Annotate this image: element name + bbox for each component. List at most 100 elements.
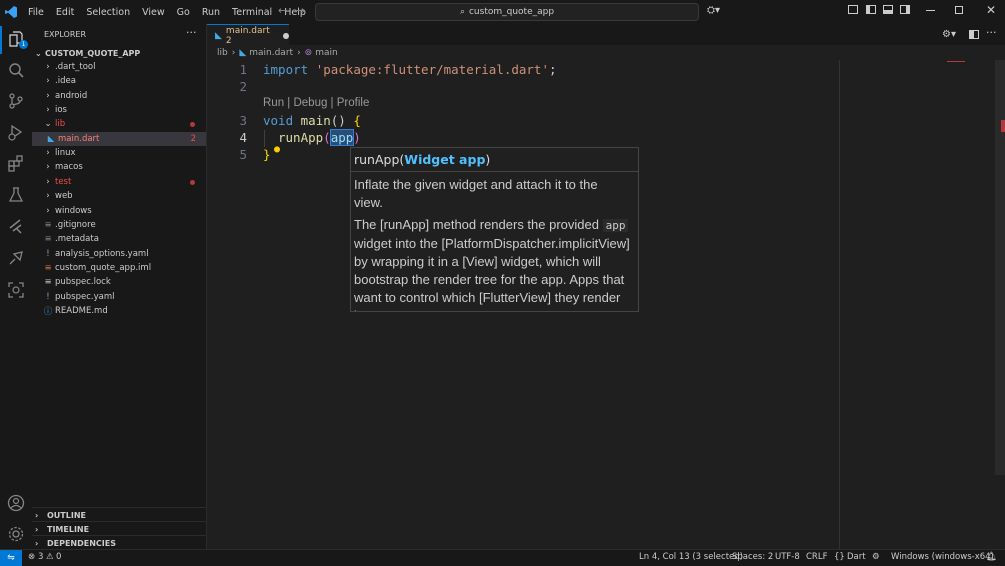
explorer-badge: 1	[19, 40, 28, 49]
extensions-icon[interactable]	[7, 155, 25, 173]
error-icon[interactable]: ⊗	[28, 552, 35, 562]
file-item[interactable]: ! analysis_options.yaml	[32, 247, 206, 261]
yaml-file-icon: !	[46, 291, 50, 302]
customize-layout-icon[interactable]	[848, 5, 858, 14]
flutter-icon[interactable]	[7, 218, 25, 236]
hover-tooltip[interactable]: runApp(Widget app) Inflate the given wid…	[350, 147, 639, 312]
editor-more-icon[interactable]: ···	[986, 26, 997, 39]
menu-edit[interactable]: Edit	[50, 7, 80, 18]
dependencies-section[interactable]: › DEPENDENCIES	[32, 535, 206, 550]
unsaved-dot-icon[interactable]	[283, 32, 289, 39]
lightbulb-icon[interactable]: ●	[274, 144, 280, 155]
menu-selection[interactable]: Selection	[80, 7, 136, 18]
function-call: runApp	[278, 130, 324, 145]
breadcrumb-symbol[interactable]: main	[315, 48, 338, 58]
file-item[interactable]: ≡ .gitignore	[32, 218, 206, 232]
tree-item-label: .idea	[55, 76, 76, 87]
testing-icon[interactable]	[7, 186, 25, 204]
status-bar: ⇋ ⊗ 3 ⚠ 0 Ln 4, Col 13 (3 selected) Spac…	[0, 549, 1005, 566]
copilot-icon[interactable]: ⛭▾	[707, 5, 720, 16]
accounts-icon[interactable]	[7, 494, 25, 512]
project-root[interactable]: ⌄ CUSTOM_QUOTE_APP	[32, 46, 206, 60]
cursor-position[interactable]: Ln 4, Col 13 (3 selected)	[639, 552, 743, 562]
remote-indicator[interactable]: ⇋	[0, 550, 22, 566]
folder-item[interactable]: › web	[32, 189, 206, 203]
file-item[interactable]: ⓘ README.md	[32, 304, 206, 318]
dart-file-icon: ◣	[47, 133, 55, 144]
breadcrumb-file[interactable]: main.dart	[249, 48, 293, 58]
toggle-secondary-sidebar-icon[interactable]	[900, 5, 910, 14]
more-actions-icon[interactable]: ···	[186, 26, 197, 39]
tree-item-label: web	[55, 191, 73, 202]
file-item[interactable]: ◣ main.dart 2	[32, 131, 206, 146]
warning-count[interactable]: 0	[56, 552, 61, 562]
menu-file[interactable]: File	[22, 7, 50, 18]
error-count[interactable]: 3	[38, 552, 43, 562]
tree-item-label: pubspec.lock	[55, 277, 111, 288]
folder-item[interactable]: › .idea	[32, 74, 206, 88]
run-debug-icon[interactable]	[7, 123, 25, 141]
dependencies-label: DEPENDENCIES	[47, 538, 117, 548]
encoding[interactable]: UTF-8	[775, 552, 800, 562]
menu-go[interactable]: Go	[171, 7, 196, 18]
string-literal: 'package:flutter/material.dart'	[315, 62, 549, 77]
indentation[interactable]: Spaces: 2	[732, 552, 773, 562]
outline-label: OUTLINE	[47, 510, 86, 520]
braces-icon: {}	[834, 552, 845, 562]
language-mode[interactable]: Dart	[847, 552, 866, 562]
file-item[interactable]: ≡ pubspec.lock	[32, 275, 206, 289]
activity-bar: 1	[0, 24, 33, 549]
settings-gear-icon[interactable]	[7, 525, 25, 543]
tree-item-label: main.dart	[58, 133, 100, 144]
folder-item[interactable]: › .dart_tool	[32, 60, 206, 74]
menu-view[interactable]: View	[136, 7, 171, 18]
code-line-4: 4 runApp(app)	[207, 129, 847, 147]
toggle-panel-icon[interactable]	[883, 5, 893, 14]
device-selector[interactable]: Windows (windows-x64)	[891, 552, 994, 562]
project-name: CUSTOM_QUOTE_APP	[45, 48, 141, 58]
remote-tools-icon[interactable]	[7, 249, 25, 267]
tab-main-dart[interactable]: ◣ main.dart 2	[207, 24, 289, 46]
codelens[interactable]: Run | Debug | Profile	[263, 97, 369, 109]
close-icon[interactable]: ✕	[986, 3, 996, 17]
tree-item-label: test	[55, 176, 72, 187]
error-marker	[1001, 120, 1005, 132]
breadcrumb-lib[interactable]: lib	[217, 48, 228, 58]
restore-icon[interactable]	[955, 6, 963, 14]
run-dropdown-icon[interactable]: ⚙▾	[942, 29, 956, 40]
search-activity-icon[interactable]	[7, 62, 25, 80]
explorer-icon[interactable]: 1	[0, 26, 32, 54]
menu-terminal[interactable]: Terminal	[226, 7, 278, 18]
xml-file-icon: ≡	[44, 262, 52, 273]
folder-item[interactable]: › ios	[32, 103, 206, 117]
scan-icon[interactable]	[7, 281, 25, 299]
command-center-search[interactable]: ⌕ custom_quote_app	[315, 3, 699, 21]
file-item[interactable]: ≡ .metadata	[32, 232, 206, 246]
menu-run[interactable]: Run	[196, 7, 226, 18]
notifications-bell-icon[interactable]: 🔔︎	[986, 552, 997, 562]
source-control-icon[interactable]	[7, 92, 25, 110]
file-item[interactable]: ! pubspec.yaml	[32, 290, 206, 304]
forward-arrow-icon[interactable]: →	[296, 4, 305, 17]
folder-item[interactable]: › windows	[32, 204, 206, 218]
line-ending[interactable]: CRLF	[806, 552, 827, 562]
keyword: import	[263, 62, 316, 77]
split-editor-icon[interactable]	[969, 30, 979, 39]
back-arrow-icon[interactable]: ←	[278, 4, 287, 17]
folder-item[interactable]: ⌄ lib	[32, 117, 206, 131]
outline-section[interactable]: › OUTLINE	[32, 507, 206, 522]
warning-icon[interactable]: ⚠	[46, 552, 54, 562]
timeline-section[interactable]: › TIMELINE	[32, 521, 206, 536]
chevron-down-icon: ⌄	[44, 119, 52, 130]
file-icon: ≡	[44, 234, 52, 245]
hover-paragraph-2: The [runApp] method renders the provided…	[354, 216, 636, 311]
folder-item[interactable]: › linux	[32, 146, 206, 160]
tree-item-label: lib	[55, 119, 66, 130]
function-symbol-icon: ⊚	[304, 48, 313, 58]
folder-item[interactable]: › macos	[32, 160, 206, 174]
folder-item[interactable]: › test	[32, 175, 206, 189]
folder-item[interactable]: › android	[32, 89, 206, 103]
minimize-icon[interactable]	[926, 10, 935, 11]
file-item[interactable]: ≡ custom_quote_app.iml	[32, 261, 206, 275]
toggle-sidebar-icon[interactable]	[866, 5, 876, 14]
